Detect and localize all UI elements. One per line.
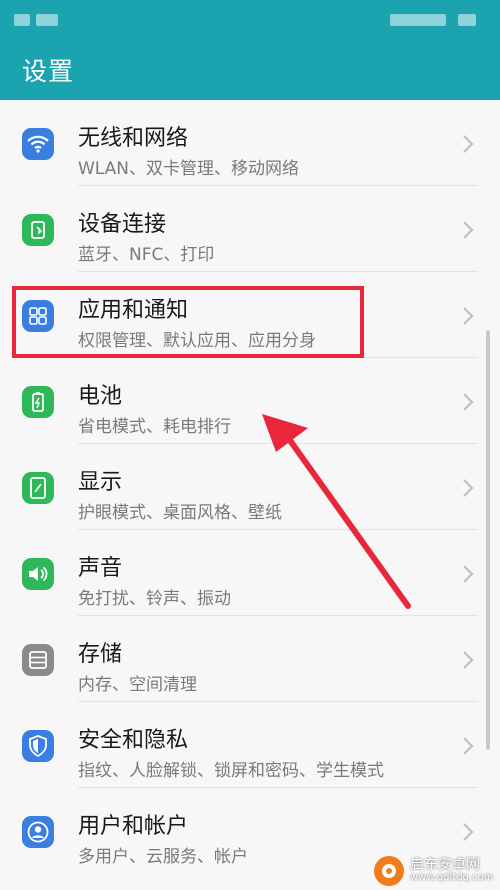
- watermark: 启东安卓网 www.qdltdq.com: [370, 854, 500, 890]
- chevron-right-icon: [463, 565, 474, 583]
- display-icon: [22, 472, 54, 504]
- battery-icon: [22, 386, 54, 418]
- settings-item-title: 无线和网络: [78, 126, 189, 151]
- chevron-right-icon: [463, 823, 474, 841]
- header: 设置: [0, 40, 500, 100]
- settings-list: 无线和网络 WLAN、双卡管理、移动网络 设备连接 蓝牙、NFC、打印 应用和通…: [0, 100, 500, 874]
- settings-item-battery[interactable]: 电池 省电模式、耗电排行: [0, 358, 500, 444]
- settings-item-device-connection[interactable]: 设备连接 蓝牙、NFC、打印: [0, 186, 500, 272]
- settings-item-storage[interactable]: 存储 内存、空间清理: [0, 616, 500, 702]
- settings-item-subtitle: 蓝牙、NFC、打印: [78, 245, 215, 265]
- settings-item-title: 用户和帐户: [78, 814, 189, 839]
- status-left-indicator: [36, 14, 58, 26]
- wifi-icon: [22, 128, 54, 160]
- status-right-indicator: [390, 14, 446, 26]
- chevron-right-icon: [463, 651, 474, 669]
- status-right-indicator: [458, 14, 476, 26]
- watermark-logo-icon: [374, 856, 404, 886]
- storage-icon: [22, 644, 54, 676]
- page-title: 设置: [22, 57, 75, 86]
- watermark-url: www.qdltdq.com: [410, 872, 494, 883]
- chevron-right-icon: [463, 737, 474, 755]
- settings-item-subtitle: 免打扰、铃声、振动: [78, 589, 231, 609]
- chevron-right-icon: [463, 221, 474, 239]
- settings-item-wireless-network[interactable]: 无线和网络 WLAN、双卡管理、移动网络: [0, 100, 500, 186]
- chevron-right-icon: [463, 393, 474, 411]
- settings-item-title: 设备连接: [78, 212, 167, 237]
- settings-item-title: 安全和隐私: [78, 728, 189, 753]
- settings-item-subtitle: 护眼模式、桌面风格、壁纸: [78, 503, 282, 523]
- chevron-right-icon: [463, 479, 474, 497]
- annotation-highlight-box: [12, 286, 364, 358]
- settings-item-subtitle: 省电模式、耗电排行: [78, 417, 231, 437]
- device-connection-icon: [22, 214, 54, 246]
- watermark-name: 启东安卓网: [410, 857, 480, 873]
- settings-item-title: 声音: [78, 556, 123, 581]
- settings-item-title: 电池: [78, 384, 123, 409]
- settings-item-title: 显示: [78, 470, 123, 495]
- chevron-right-icon: [463, 307, 474, 325]
- settings-item-display[interactable]: 显示 护眼模式、桌面风格、壁纸: [0, 444, 500, 530]
- settings-item-subtitle: 内存、空间清理: [78, 675, 197, 695]
- settings-item-sound[interactable]: 声音 免打扰、铃声、振动: [0, 530, 500, 616]
- status-left-indicator: [14, 14, 30, 26]
- chevron-right-icon: [463, 135, 474, 153]
- user-icon: [22, 816, 54, 848]
- shield-icon: [22, 730, 54, 762]
- settings-item-subtitle: 指纹、人脸解锁、锁屏和密码、学生模式: [78, 761, 384, 781]
- settings-item-subtitle: WLAN、双卡管理、移动网络: [78, 159, 300, 179]
- speaker-icon: [22, 558, 54, 590]
- settings-item-subtitle: 多用户、云服务、帐户: [78, 847, 248, 867]
- scrollbar[interactable]: [486, 330, 490, 750]
- settings-item-title: 存储: [78, 642, 123, 667]
- settings-item-security-privacy[interactable]: 安全和隐私 指纹、人脸解锁、锁屏和密码、学生模式: [0, 702, 500, 788]
- status-bar: [0, 0, 500, 40]
